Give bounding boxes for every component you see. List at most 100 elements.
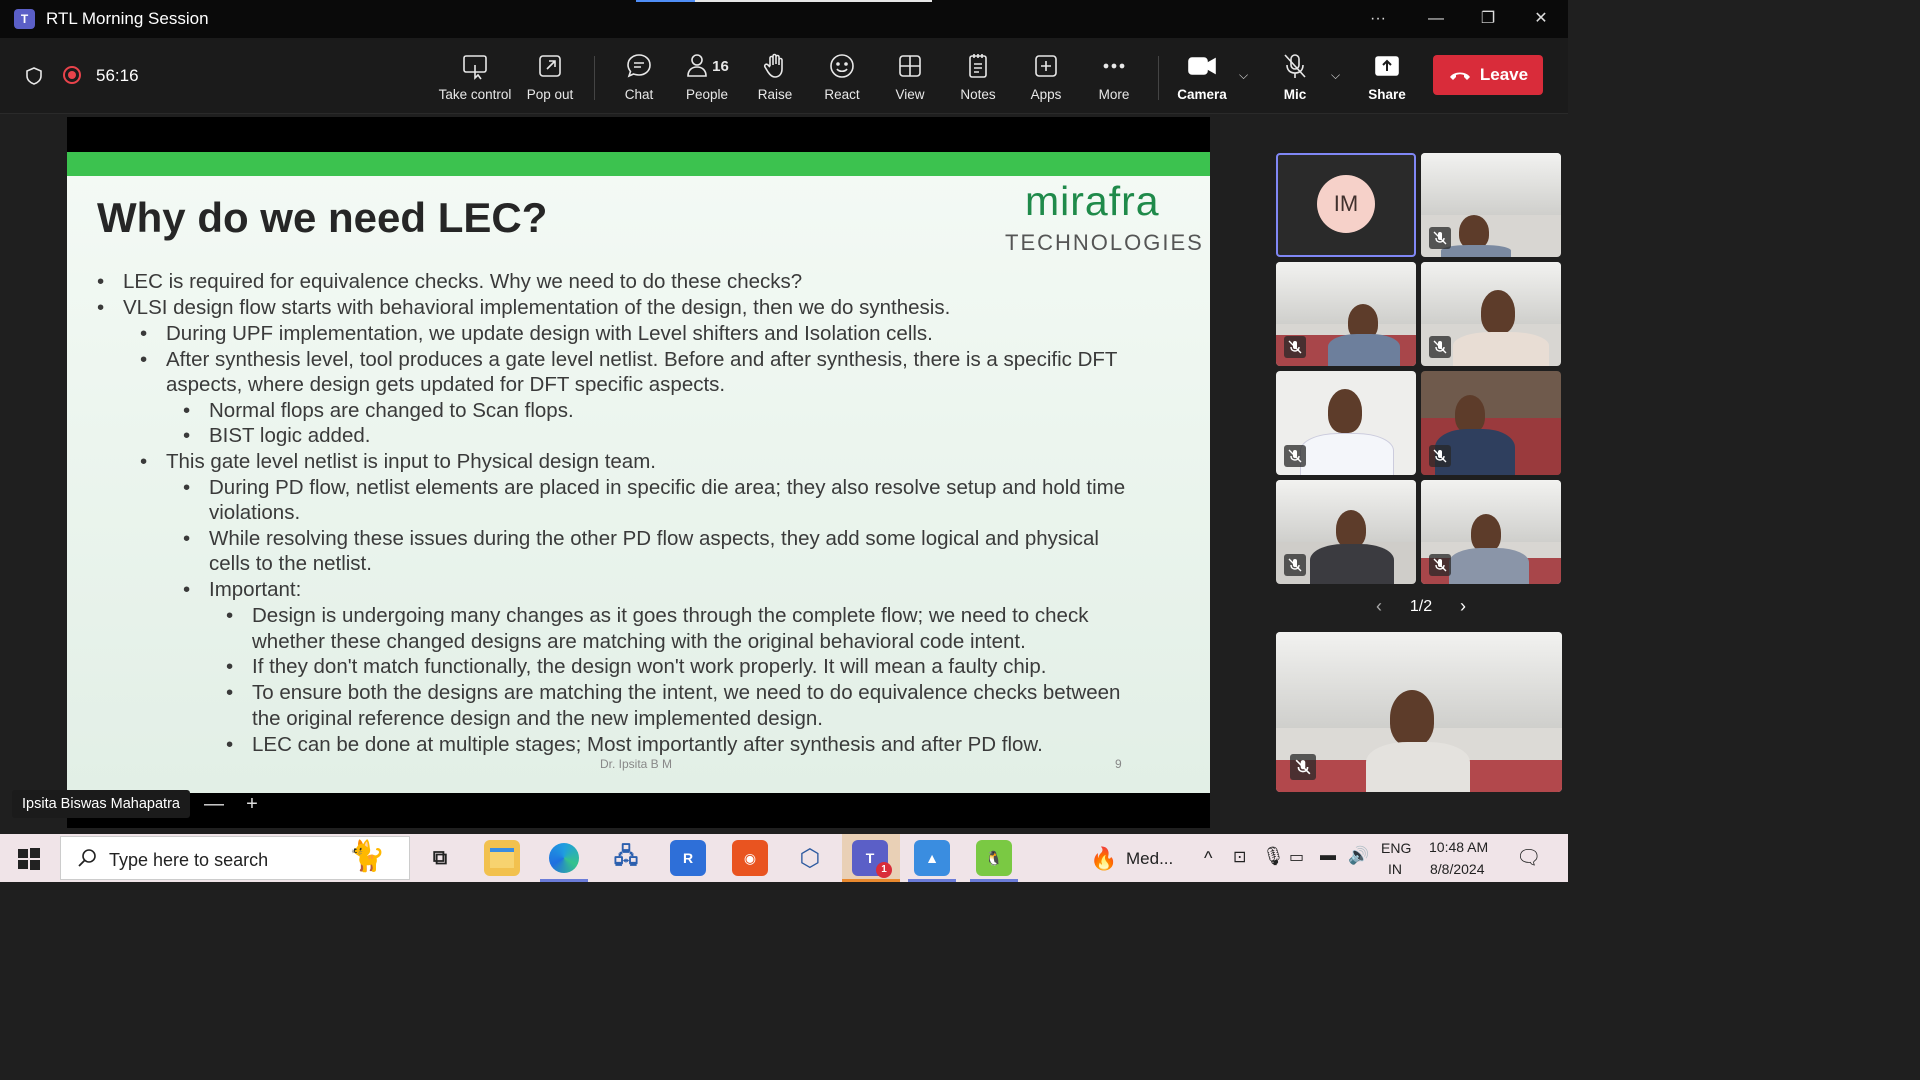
- windows-start-icon[interactable]: [18, 848, 40, 870]
- cat-doodle-icon: 🐈: [348, 840, 386, 873]
- zoom-in-button[interactable]: +: [238, 790, 266, 818]
- pop-out-label: Pop out: [526, 87, 574, 102]
- slide-bullet: • LEC can be done at multiple stages; Mos…: [226, 733, 1043, 756]
- participant-figure: [1453, 332, 1549, 366]
- teams-taskbar-icon[interactable]: T 1: [852, 840, 892, 878]
- next-page-chevron-icon[interactable]: ›: [1460, 596, 1466, 617]
- leave-button[interactable]: Leave: [1433, 55, 1543, 95]
- shield-icon: [26, 67, 42, 85]
- app-penguin-icon[interactable]: 🐧: [976, 840, 1012, 876]
- more-button[interactable]: More: [1094, 50, 1134, 102]
- chat-label: Chat: [624, 87, 654, 102]
- notification-center-icon[interactable]: 🗨: [1516, 845, 1541, 870]
- participant-figure: [1441, 245, 1511, 257]
- share-screen-icon: [1375, 56, 1399, 76]
- notes-label: Notes: [960, 87, 996, 102]
- apps-label: Apps: [1030, 87, 1062, 102]
- people-count-badge: 16: [712, 57, 729, 75]
- slide-footer-author: Dr. Ipsita B M: [600, 757, 673, 771]
- view-label: View: [895, 87, 925, 102]
- slide-bullet: • Normal flops are changed to Scan flops.: [183, 399, 574, 422]
- minimize-button[interactable]: —: [1416, 6, 1456, 32]
- edge-browser-icon[interactable]: [546, 840, 582, 876]
- taskbar-clock-date[interactable]: 8/8/2024: [1430, 861, 1485, 877]
- network-icon[interactable]: ▭: [1289, 847, 1304, 867]
- presenter-name-label: Ipsita Biswas Mahapatra: [12, 790, 190, 818]
- react-button[interactable]: React: [822, 50, 862, 102]
- previous-page-chevron-icon[interactable]: ‹: [1376, 596, 1382, 617]
- notes-button[interactable]: Notes: [958, 50, 998, 102]
- participant-video-tile[interactable]: [1276, 480, 1416, 584]
- mic-muted-icon: [1284, 54, 1306, 78]
- restore-button[interactable]: ❐: [1468, 6, 1508, 32]
- notification-badge: 1: [876, 862, 892, 878]
- leave-label: Leave: [1479, 65, 1529, 84]
- participant-figure: [1390, 690, 1434, 746]
- camera-button[interactable]: Camera: [1176, 50, 1228, 102]
- apps-button[interactable]: Apps: [1028, 50, 1064, 102]
- microphone-icon[interactable]: 🎙: [1262, 846, 1285, 867]
- zoom-out-button[interactable]: —: [200, 790, 228, 818]
- slide-bullet: • BIST logic added.: [183, 424, 371, 447]
- more-options-icon[interactable]: ···: [1358, 6, 1398, 32]
- mic-label: Mic: [1283, 87, 1307, 102]
- remote-desktop-icon[interactable]: R: [670, 840, 706, 876]
- photos-app-icon[interactable]: ▲: [914, 840, 950, 876]
- slide-bullet: • LEC is required for equivalence checks.…: [97, 270, 803, 293]
- participant-tile-avatar[interactable]: IM: [1276, 153, 1416, 257]
- slide-header-bar: [67, 152, 1210, 176]
- mic-options-chevron-icon[interactable]: ⌵: [1331, 68, 1340, 83]
- people-button[interactable]: 16 People: [682, 50, 732, 102]
- participant-video-tile[interactable]: [1276, 371, 1416, 475]
- participant-figure: [1336, 510, 1366, 548]
- input-language-bottom[interactable]: IN: [1388, 861, 1402, 877]
- take-control-button[interactable]: Take control: [438, 50, 512, 102]
- mic-muted-icon: [1284, 554, 1306, 576]
- window-title: RTL Morning Session: [46, 9, 209, 28]
- brand-logo-name: mirafra: [1025, 178, 1160, 224]
- slide-bullet-continued: whether these changed designs are matchi…: [252, 630, 1026, 653]
- taskbar-clock-time[interactable]: 10:48 AM: [1429, 839, 1488, 855]
- file-explorer-icon[interactable]: [484, 840, 520, 876]
- virtualbox-cube-icon[interactable]: ⬡: [792, 840, 828, 876]
- participant-figure: [1455, 395, 1485, 433]
- network-app-icon[interactable]: 🖧: [608, 840, 644, 876]
- volume-icon[interactable]: 🔊: [1348, 846, 1369, 866]
- task-view-icon[interactable]: ⧉: [422, 840, 458, 876]
- taskbar-search-box[interactable]: Type here to search 🐈: [60, 836, 410, 880]
- loading-progress-bar: [636, 0, 932, 2]
- participant-figure: [1328, 389, 1362, 433]
- self-video-tile[interactable]: [1276, 632, 1562, 792]
- show-hidden-icons-chevron-icon[interactable]: ^: [1204, 848, 1212, 869]
- more-label: More: [1098, 87, 1130, 102]
- pop-out-button[interactable]: Pop out: [524, 50, 576, 102]
- participant-video-tile[interactable]: [1421, 262, 1561, 366]
- recording-icon: [63, 66, 81, 84]
- media-widget-label[interactable]: Med...: [1126, 849, 1173, 869]
- participant-video-tile[interactable]: [1421, 153, 1561, 257]
- mic-button[interactable]: Mic: [1278, 50, 1312, 102]
- chat-button[interactable]: Chat: [620, 50, 658, 102]
- participant-video-tile[interactable]: [1421, 480, 1561, 584]
- raise-label: Raise: [757, 87, 793, 102]
- share-button[interactable]: Share: [1368, 50, 1406, 102]
- close-button[interactable]: ✕: [1521, 6, 1561, 32]
- notes-icon: [969, 54, 987, 78]
- hang-up-icon: [1449, 72, 1470, 80]
- meet-now-icon[interactable]: ⊡: [1233, 847, 1246, 867]
- toolbar-divider: [594, 56, 595, 100]
- ubuntu-icon[interactable]: ◉: [732, 840, 768, 876]
- weather-flame-icon[interactable]: 🔥: [1090, 846, 1117, 872]
- participant-video-tile[interactable]: [1276, 262, 1416, 366]
- battery-icon[interactable]: ▬: [1320, 847, 1336, 865]
- raise-hand-button[interactable]: Raise: [756, 50, 794, 102]
- participant-video-tile[interactable]: [1421, 371, 1561, 475]
- camera-options-chevron-icon[interactable]: ⌵: [1239, 68, 1248, 83]
- camera-icon: [1188, 57, 1216, 75]
- chat-icon: [627, 54, 651, 78]
- loading-progress-fill: [636, 0, 696, 2]
- input-language-top[interactable]: ENG: [1381, 840, 1411, 856]
- mic-muted-icon: [1429, 445, 1451, 467]
- video-background: [1276, 262, 1416, 325]
- view-button[interactable]: View: [892, 50, 928, 102]
